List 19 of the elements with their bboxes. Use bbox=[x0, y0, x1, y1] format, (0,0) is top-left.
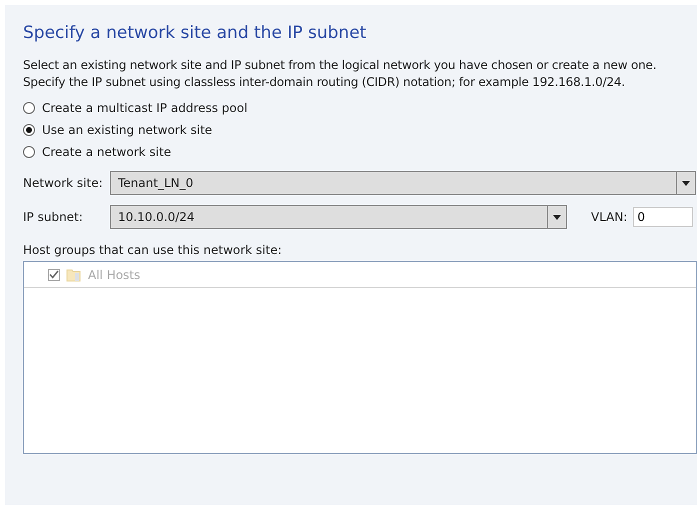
field-label: IP subnet: bbox=[23, 210, 84, 224]
list-label: Host groups that can use this network site: bbox=[23, 243, 283, 257]
radio-button[interactable] bbox=[23, 102, 35, 114]
radio-option[interactable]: Create a network site bbox=[23, 145, 697, 159]
radio-button[interactable] bbox=[23, 124, 35, 136]
radio-label: Use an existing network site bbox=[42, 123, 212, 137]
radio-option[interactable]: Create a multicast IP address pool bbox=[23, 101, 697, 115]
ip-subnet-dropdown[interactable]: 10.10.0.0/24 bbox=[110, 205, 567, 229]
description-text: Select an existing network site and IP subnet from the logical network you have chosen or create a new one. Specify the IP subnet using classless inter-domain routing (CIDR) notation; for example 192.168.1.0/24. bbox=[23, 57, 658, 91]
folder-icon bbox=[66, 267, 82, 282]
page-title: Specify a network site and the IP subnet bbox=[23, 23, 368, 43]
radio-button[interactable] bbox=[23, 146, 35, 158]
radio-label: Create a multicast IP address pool bbox=[42, 101, 248, 115]
vlan-input-field[interactable]: 0 bbox=[633, 207, 694, 227]
field-label: Network site: bbox=[23, 176, 104, 190]
field-label: VLAN: bbox=[591, 210, 628, 224]
network-site-dropdown[interactable]: Tenant_LN_0 bbox=[110, 171, 696, 195]
radio-option[interactable]: Use an existing network site bbox=[23, 123, 697, 137]
radio-label: Create a network site bbox=[42, 145, 172, 159]
